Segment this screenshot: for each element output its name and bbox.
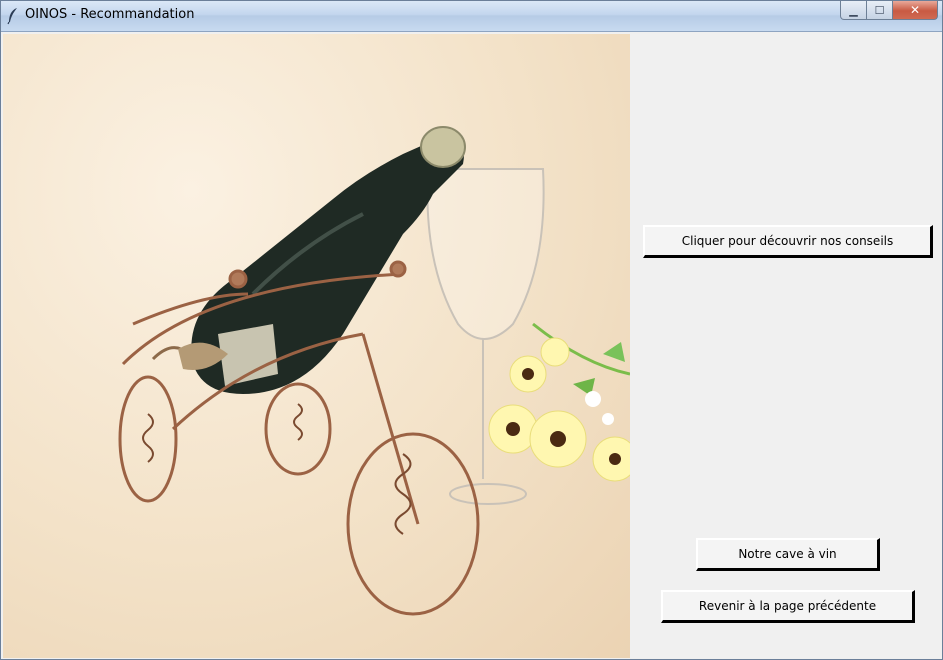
close-icon: ✕ bbox=[909, 3, 921, 17]
client-area: Cliquer pour découvrir nos conseils Notr… bbox=[1, 32, 942, 659]
wine-bottle-tricycle-photo bbox=[3, 34, 630, 658]
wine-cellar-button[interactable]: Notre cave à vin bbox=[696, 538, 880, 571]
minimize-icon: ▁ bbox=[849, 3, 858, 17]
window-title: OINOS - Recommandation bbox=[25, 7, 195, 22]
feather-icon bbox=[7, 8, 17, 25]
maximize-button[interactable]: ☐ bbox=[867, 1, 893, 20]
flowers bbox=[488, 322, 630, 482]
maximize-icon: ☐ bbox=[874, 3, 885, 17]
title-bar[interactable]: OINOS - Recommandation ▁ ☐ ✕ bbox=[1, 1, 942, 32]
app-window: OINOS - Recommandation ▁ ☐ ✕ Cliquer pou… bbox=[0, 0, 943, 660]
discover-advice-button[interactable]: Cliquer pour découvrir nos conseils bbox=[643, 225, 933, 258]
previous-page-button[interactable]: Revenir à la page précédente bbox=[661, 590, 915, 623]
close-button[interactable]: ✕ bbox=[893, 1, 938, 20]
wine-bottle bbox=[191, 126, 466, 394]
minimize-button[interactable]: ▁ bbox=[840, 1, 867, 20]
window-controls: ▁ ☐ ✕ bbox=[840, 1, 938, 21]
wine-glass bbox=[426, 168, 545, 505]
